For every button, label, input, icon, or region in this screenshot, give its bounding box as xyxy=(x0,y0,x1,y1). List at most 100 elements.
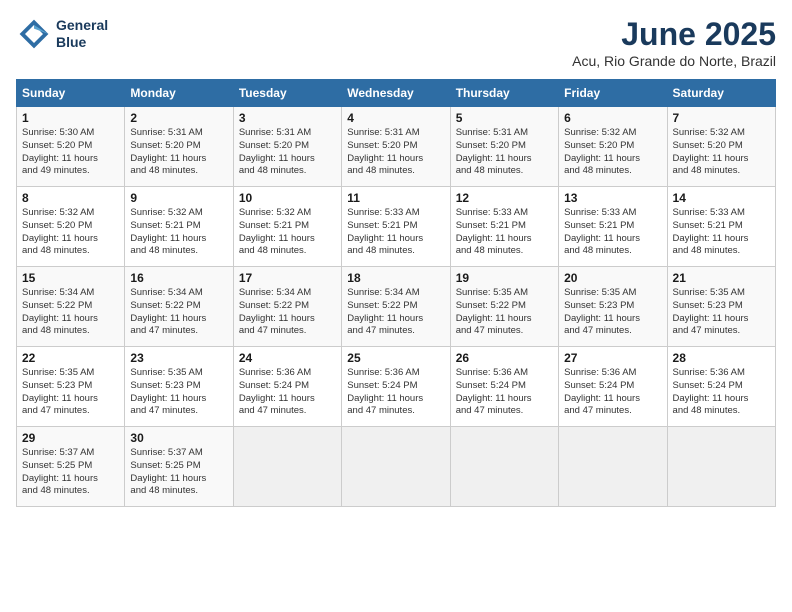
calendar-day-cell xyxy=(559,427,667,507)
calendar-day-cell xyxy=(450,427,558,507)
day-number: 25 xyxy=(347,351,444,365)
day-number: 17 xyxy=(239,271,336,285)
header: General Blue June 2025 Acu, Rio Grande d… xyxy=(16,16,776,69)
logo: General Blue xyxy=(16,16,108,52)
calendar-day-cell xyxy=(667,427,775,507)
day-info: Sunrise: 5:36 AM Sunset: 5:24 PM Dayligh… xyxy=(239,367,336,418)
day-number: 20 xyxy=(564,271,661,285)
day-info: Sunrise: 5:33 AM Sunset: 5:21 PM Dayligh… xyxy=(564,207,661,258)
calendar-day-cell: 9 Sunrise: 5:32 AM Sunset: 5:21 PM Daylig… xyxy=(125,187,233,267)
calendar-day-cell: 15Sunrise: 5:34 AM Sunset: 5:22 PM Dayli… xyxy=(17,267,125,347)
day-number: 22 xyxy=(22,351,119,365)
day-info: Sunrise: 5:37 AM Sunset: 5:25 PM Dayligh… xyxy=(22,447,119,498)
day-number: 8 xyxy=(22,191,119,205)
calendar-day-cell: 27 Sunrise: 5:36 AM Sunset: 5:24 PM Dayli… xyxy=(559,347,667,427)
day-info: Sunrise: 5:32 AM Sunset: 5:21 PM Dayligh… xyxy=(239,207,336,258)
logo-icon xyxy=(16,16,52,52)
weekday-header-cell: Sunday xyxy=(17,80,125,107)
weekday-header-row: SundayMondayTuesdayWednesdayThursdayFrid… xyxy=(17,80,776,107)
day-number: 21 xyxy=(673,271,770,285)
day-number: 23 xyxy=(130,351,227,365)
weekday-header-cell: Tuesday xyxy=(233,80,341,107)
day-info: Sunrise: 5:31 AM Sunset: 5:20 PM Dayligh… xyxy=(239,127,336,178)
calendar-day-cell: 18 Sunrise: 5:34 AM Sunset: 5:22 PM Dayli… xyxy=(342,267,450,347)
calendar-day-cell: 24 Sunrise: 5:36 AM Sunset: 5:24 PM Dayli… xyxy=(233,347,341,427)
day-info: Sunrise: 5:31 AM Sunset: 5:20 PM Dayligh… xyxy=(130,127,227,178)
calendar-day-cell: 11Sunrise: 5:33 AM Sunset: 5:21 PM Dayli… xyxy=(342,187,450,267)
day-number: 18 xyxy=(347,271,444,285)
calendar-day-cell: 19Sunrise: 5:35 AM Sunset: 5:22 PM Dayli… xyxy=(450,267,558,347)
day-number: 6 xyxy=(564,111,661,125)
day-info: Sunrise: 5:32 AM Sunset: 5:21 PM Dayligh… xyxy=(130,207,227,258)
calendar-day-cell: 21 Sunrise: 5:35 AM Sunset: 5:23 PM Dayli… xyxy=(667,267,775,347)
calendar-week-row: 1Sunrise: 5:30 AM Sunset: 5:20 PM Daylig… xyxy=(17,107,776,187)
calendar-day-cell xyxy=(342,427,450,507)
calendar-day-cell: 12Sunrise: 5:33 AM Sunset: 5:21 PM Dayli… xyxy=(450,187,558,267)
day-number: 24 xyxy=(239,351,336,365)
calendar-day-cell: 7Sunrise: 5:32 AM Sunset: 5:20 PM Daylig… xyxy=(667,107,775,187)
calendar-week-row: 15 Sunrise: 5:34 AM Sunset: 5:22 PM Dayli… xyxy=(17,267,776,347)
day-number: 16 xyxy=(130,271,227,285)
day-number: 3 xyxy=(239,111,336,125)
day-info: Sunrise: 5:35 AM Sunset: 5:23 PM Dayligh… xyxy=(564,287,661,338)
weekday-header-cell: Saturday xyxy=(667,80,775,107)
calendar-day-cell: 1Sunrise: 5:30 AM Sunset: 5:20 PM Daylig… xyxy=(17,107,125,187)
calendar-day-cell: 16Sunrise: 5:34 AM Sunset: 5:22 PM Dayli… xyxy=(125,267,233,347)
calendar-day-cell: 14Sunrise: 5:33 AM Sunset: 5:21 PM Dayli… xyxy=(667,187,775,267)
day-info: Sunrise: 5:33 AM Sunset: 5:21 PM Dayligh… xyxy=(673,207,770,258)
day-number: 12 xyxy=(456,191,553,205)
day-info: Sunrise: 5:35 AM Sunset: 5:23 PM Dayligh… xyxy=(673,287,770,338)
day-info: Sunrise: 5:31 AM Sunset: 5:20 PM Dayligh… xyxy=(347,127,444,178)
day-info: Sunrise: 5:36 AM Sunset: 5:24 PM Dayligh… xyxy=(673,367,770,418)
calendar-day-cell: 30Sunrise: 5:37 AM Sunset: 5:25 PM Dayli… xyxy=(125,427,233,507)
calendar-day-cell: 5 Sunrise: 5:31 AM Sunset: 5:20 PM Daylig… xyxy=(450,107,558,187)
day-number: 4 xyxy=(347,111,444,125)
weekday-header-cell: Thursday xyxy=(450,80,558,107)
calendar-title: June 2025 xyxy=(572,16,776,53)
calendar-day-cell: 29 Sunrise: 5:37 AM Sunset: 5:25 PM Dayli… xyxy=(17,427,125,507)
day-number: 2 xyxy=(130,111,227,125)
calendar-day-cell xyxy=(233,427,341,507)
calendar-day-cell: 25 Sunrise: 5:36 AM Sunset: 5:24 PM Dayli… xyxy=(342,347,450,427)
day-number: 7 xyxy=(673,111,770,125)
calendar-day-cell: 2 Sunrise: 5:31 AM Sunset: 5:20 PM Daylig… xyxy=(125,107,233,187)
day-number: 13 xyxy=(564,191,661,205)
day-number: 19 xyxy=(456,271,553,285)
day-info: Sunrise: 5:36 AM Sunset: 5:24 PM Dayligh… xyxy=(347,367,444,418)
day-info: Sunrise: 5:31 AM Sunset: 5:20 PM Dayligh… xyxy=(456,127,553,178)
day-number: 28 xyxy=(673,351,770,365)
weekday-header-cell: Friday xyxy=(559,80,667,107)
calendar-day-cell: 23 Sunrise: 5:35 AM Sunset: 5:23 PM Dayli… xyxy=(125,347,233,427)
day-info: Sunrise: 5:33 AM Sunset: 5:21 PM Dayligh… xyxy=(347,207,444,258)
calendar-day-cell: 20 Sunrise: 5:35 AM Sunset: 5:23 PM Dayli… xyxy=(559,267,667,347)
calendar-week-row: 8 Sunrise: 5:32 AM Sunset: 5:20 PM Daylig… xyxy=(17,187,776,267)
day-number: 29 xyxy=(22,431,119,445)
day-number: 1 xyxy=(22,111,119,125)
day-info: Sunrise: 5:36 AM Sunset: 5:24 PM Dayligh… xyxy=(564,367,661,418)
logo-text: General Blue xyxy=(56,17,108,51)
day-info: Sunrise: 5:32 AM Sunset: 5:20 PM Dayligh… xyxy=(22,207,119,258)
calendar-table: SundayMondayTuesdayWednesdayThursdayFrid… xyxy=(16,79,776,507)
day-info: Sunrise: 5:34 AM Sunset: 5:22 PM Dayligh… xyxy=(347,287,444,338)
calendar-day-cell: 3 Sunrise: 5:31 AM Sunset: 5:20 PM Daylig… xyxy=(233,107,341,187)
calendar-week-row: 29 Sunrise: 5:37 AM Sunset: 5:25 PM Dayli… xyxy=(17,427,776,507)
day-info: Sunrise: 5:32 AM Sunset: 5:20 PM Dayligh… xyxy=(564,127,661,178)
calendar-day-cell: 28 Sunrise: 5:36 AM Sunset: 5:24 PM Dayli… xyxy=(667,347,775,427)
calendar-day-cell: 4 Sunrise: 5:31 AM Sunset: 5:20 PM Daylig… xyxy=(342,107,450,187)
calendar-day-cell: 26Sunrise: 5:36 AM Sunset: 5:24 PM Dayli… xyxy=(450,347,558,427)
day-number: 15 xyxy=(22,271,119,285)
day-info: Sunrise: 5:37 AM Sunset: 5:25 PM Dayligh… xyxy=(130,447,227,498)
calendar-day-cell: 13 Sunrise: 5:33 AM Sunset: 5:21 PM Dayli… xyxy=(559,187,667,267)
calendar-day-cell: 8 Sunrise: 5:32 AM Sunset: 5:20 PM Daylig… xyxy=(17,187,125,267)
calendar-day-cell: 6 Sunrise: 5:32 AM Sunset: 5:20 PM Daylig… xyxy=(559,107,667,187)
day-number: 9 xyxy=(130,191,227,205)
day-info: Sunrise: 5:35 AM Sunset: 5:23 PM Dayligh… xyxy=(22,367,119,418)
day-number: 5 xyxy=(456,111,553,125)
day-number: 26 xyxy=(456,351,553,365)
calendar-week-row: 22 Sunrise: 5:35 AM Sunset: 5:23 PM Dayli… xyxy=(17,347,776,427)
day-number: 27 xyxy=(564,351,661,365)
calendar-day-cell: 22 Sunrise: 5:35 AM Sunset: 5:23 PM Dayli… xyxy=(17,347,125,427)
weekday-header-cell: Wednesday xyxy=(342,80,450,107)
day-info: Sunrise: 5:35 AM Sunset: 5:23 PM Dayligh… xyxy=(130,367,227,418)
title-area: June 2025 Acu, Rio Grande do Norte, Braz… xyxy=(572,16,776,69)
